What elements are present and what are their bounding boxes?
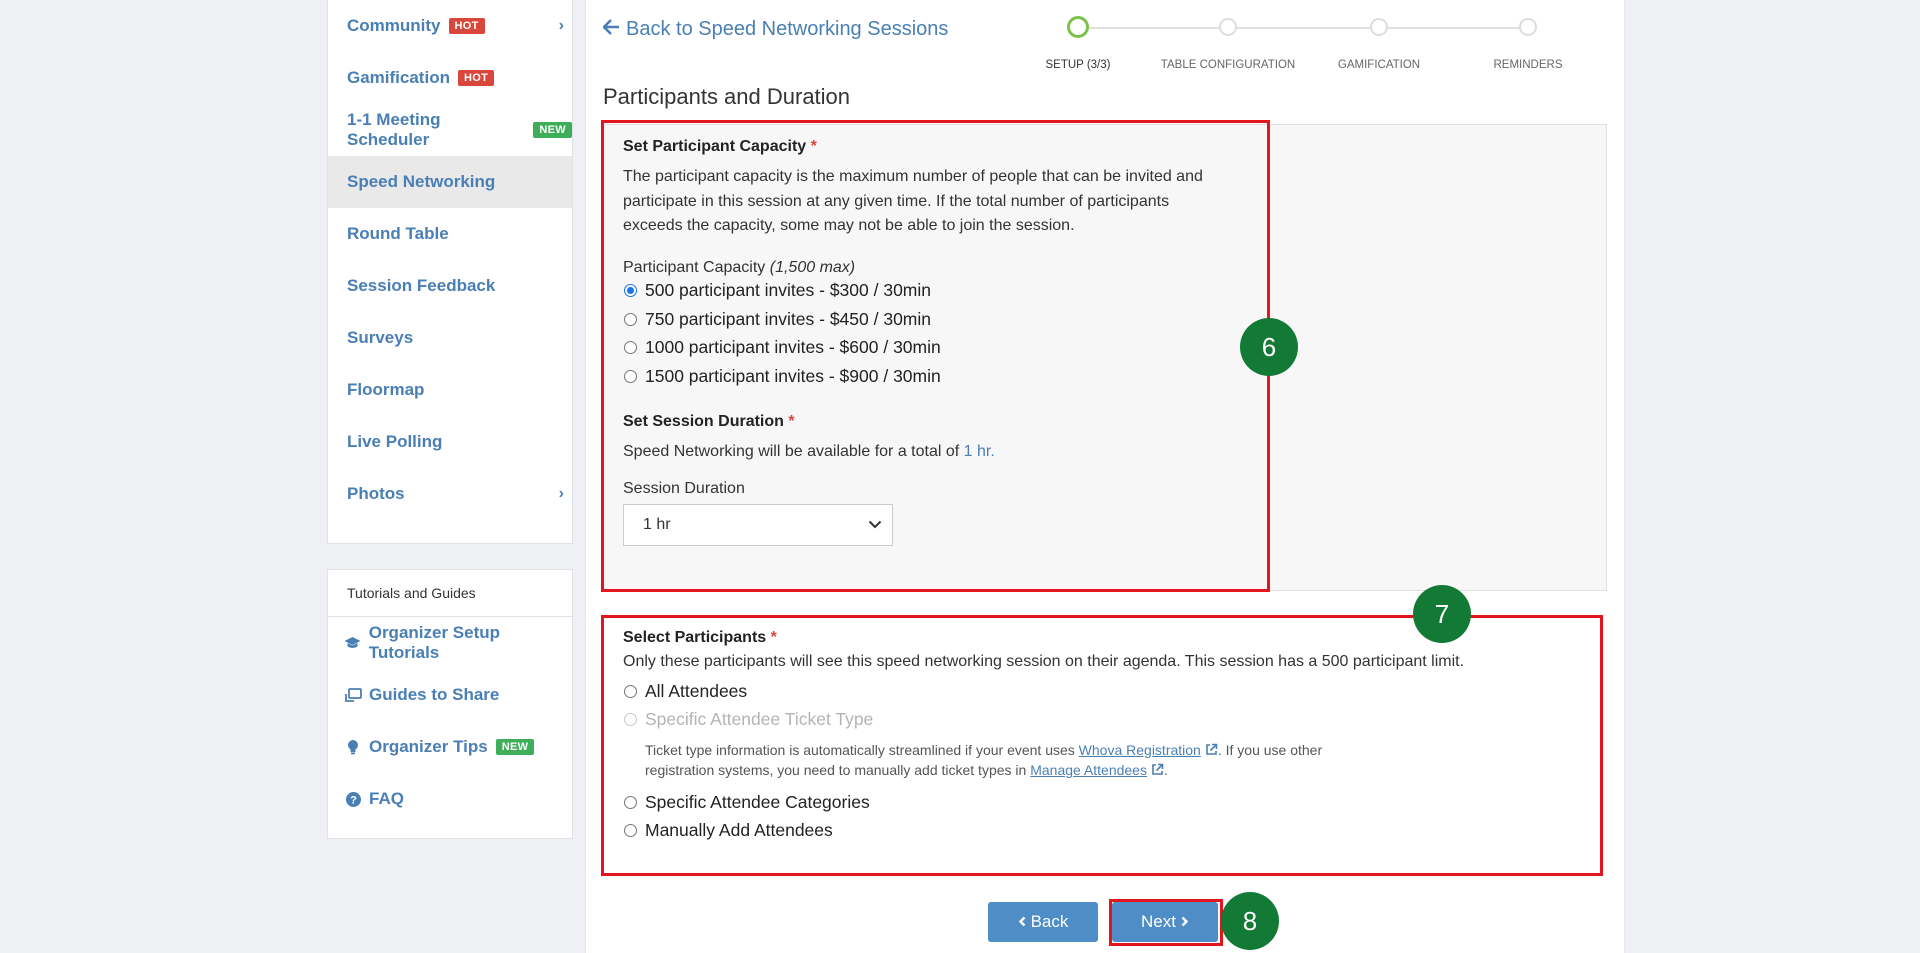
back-button[interactable]: Back xyxy=(988,902,1098,942)
back-to-sessions-link[interactable]: Back to Speed Networking Sessions xyxy=(602,18,948,41)
sidebar-item-meeting-scheduler[interactable]: 1-1 Meeting Scheduler NEW xyxy=(328,104,572,156)
step-2-dot xyxy=(1219,18,1237,36)
highlight-box-capacity xyxy=(601,120,1270,592)
new-badge: NEW xyxy=(495,739,535,755)
step-3-label: GAMIFICATION xyxy=(1337,59,1421,71)
step-marker-8: 8 xyxy=(1221,892,1279,950)
guides-title: Tutorials and Guides xyxy=(328,570,572,617)
guides-panel: Tutorials and Guides Organizer Setup Tut… xyxy=(327,569,573,839)
step-4-label: REMINDERS xyxy=(1493,59,1563,71)
step-2-label: TABLE CONFIGURATION xyxy=(1160,59,1296,71)
step-3-dot xyxy=(1370,18,1388,36)
chevron-right-icon: › xyxy=(558,17,564,34)
guide-guides-to-share[interactable]: Guides to Share xyxy=(328,669,572,721)
arrow-left-icon xyxy=(602,18,620,41)
step-1-label: SETUP (3/3) xyxy=(1045,59,1111,71)
question-circle-icon: ? xyxy=(344,790,362,808)
share-screen-icon xyxy=(344,686,362,704)
lightbulb-icon xyxy=(344,738,362,756)
sidebar-item-floormap[interactable]: Floormap xyxy=(328,364,572,416)
progress-stepper: SETUP (3/3) TABLE CONFIGURATION GAMIFICA… xyxy=(1030,14,1590,74)
hot-badge: HOT xyxy=(457,70,495,86)
guide-organizer-tips[interactable]: Organizer Tips NEW xyxy=(328,721,572,773)
step-marker-7: 7 xyxy=(1413,585,1471,643)
chevron-left-icon xyxy=(1018,912,1026,932)
hot-badge: HOT xyxy=(448,18,485,34)
sidebar-item-session-feedback[interactable]: Session Feedback xyxy=(328,260,572,312)
svg-text:?: ? xyxy=(350,794,357,806)
page-title: Participants and Duration xyxy=(603,84,851,109)
highlight-box-next xyxy=(1109,899,1223,946)
guide-faq[interactable]: ? FAQ xyxy=(328,773,572,825)
stepper-line xyxy=(1078,27,1528,29)
sidebar-item-community[interactable]: Community HOT › xyxy=(328,0,572,52)
sidebar-nav: Community HOT › Gamification HOT 1-1 Mee… xyxy=(327,0,573,544)
new-badge: NEW xyxy=(533,122,572,138)
sidebar-item-live-polling[interactable]: Live Polling xyxy=(328,416,572,468)
highlight-box-participants xyxy=(601,615,1603,876)
guide-organizer-setup-tutorials[interactable]: Organizer Setup Tutorials xyxy=(328,617,572,669)
step-4-dot xyxy=(1519,18,1537,36)
sidebar-item-round-table[interactable]: Round Table xyxy=(328,208,572,260)
graduation-cap-icon xyxy=(344,634,362,652)
sidebar-item-gamification[interactable]: Gamification HOT xyxy=(328,52,572,104)
sidebar-item-speed-networking[interactable]: Speed Networking xyxy=(328,156,572,208)
step-marker-6: 6 xyxy=(1240,318,1298,376)
sidebar-item-photos[interactable]: Photos › xyxy=(328,468,572,520)
step-1-dot xyxy=(1067,16,1089,38)
chevron-right-icon: › xyxy=(558,485,564,502)
sidebar-item-surveys[interactable]: Surveys xyxy=(328,312,572,364)
